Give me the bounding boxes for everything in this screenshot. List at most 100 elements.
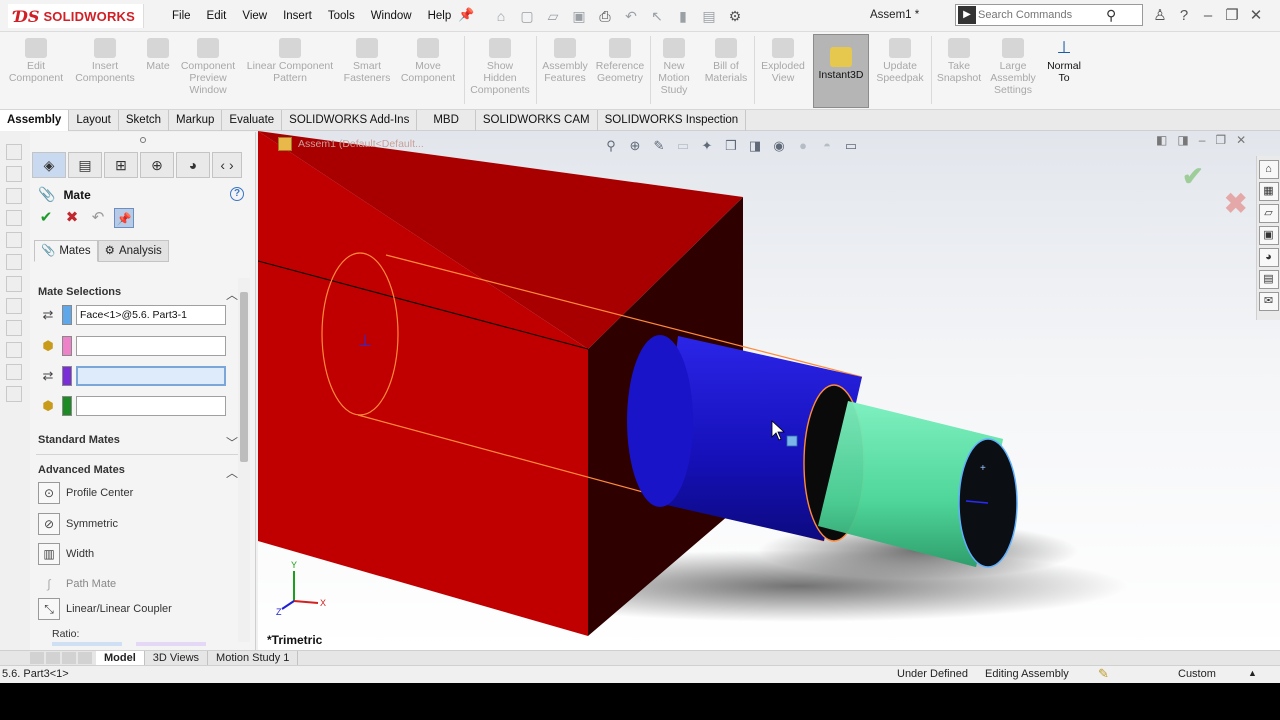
tab-markup[interactable]: Markup — [169, 110, 223, 131]
appearances-icon[interactable]: ◕ — [1258, 248, 1279, 267]
instant3d-button[interactable]: Instant3D — [813, 34, 869, 108]
chevron-down-icon[interactable]: ﹀ — [226, 434, 238, 450]
previous-view-icon[interactable]: ✎ — [650, 137, 668, 155]
view-settings-icon[interactable]: ▭ — [842, 137, 860, 155]
home-icon[interactable]: ⌂ — [490, 6, 512, 26]
advanced-mates-header[interactable]: Advanced Mates ︿ — [38, 464, 238, 480]
first-tab-arrow-icon[interactable] — [30, 652, 44, 664]
dynamic-annotation-icon[interactable]: ✦ — [698, 137, 716, 155]
tab-analysis[interactable]: ⚙ Analysis — [97, 240, 169, 262]
reference-geometry-button[interactable]: Reference Geometry — [594, 38, 646, 84]
normal-to-button[interactable]: ⊥ Normal To — [1042, 38, 1086, 84]
expand-panel-icon[interactable]: ◨ — [1177, 133, 1188, 147]
smart-fasteners-button[interactable]: Smart Fasteners — [340, 38, 394, 84]
undo-icon[interactable]: ↶ — [88, 208, 108, 228]
feature-manager-tab-icon[interactable]: ◈ — [32, 152, 66, 178]
display-style-icon[interactable]: ◨ — [746, 137, 764, 155]
strip-icon[interactable] — [6, 342, 22, 358]
pin-menu-icon[interactable]: 📌 — [458, 7, 474, 23]
property-manager-tab-icon[interactable]: ▤ — [68, 152, 102, 178]
prev-tab-arrow-icon[interactable] — [46, 652, 60, 664]
tab-3d-views[interactable]: 3D Views — [145, 651, 209, 666]
confirmation-cancel-icon[interactable]: ✖ — [1224, 187, 1247, 220]
tab-evaluate[interactable]: Evaluate — [222, 110, 283, 131]
tab-scroll-arrows-icon[interactable]: ‹ › — [212, 152, 242, 178]
chevron-up-icon[interactable]: ︿ — [226, 464, 238, 480]
active-selection-field[interactable] — [76, 366, 226, 386]
blue-cylinder-entry[interactable] — [627, 335, 693, 507]
selection-field[interactable] — [76, 336, 226, 356]
assembly-features-button[interactable]: Assembly Features — [538, 38, 592, 84]
flyout-feature-tree[interactable]: Assem1 (Default<Default... — [278, 137, 424, 151]
restore-icon[interactable]: ❐ — [1220, 6, 1244, 24]
tab-motion-study[interactable]: Motion Study 1 — [208, 651, 299, 666]
selection-field[interactable] — [76, 396, 226, 416]
zoom-to-fit-icon[interactable]: ⚲ — [602, 137, 620, 155]
solidworks-resources-icon[interactable]: ⌂ — [1258, 160, 1279, 179]
strip-icon[interactable] — [6, 210, 22, 226]
take-snapshot-button[interactable]: Take Snapshot — [934, 38, 984, 84]
file-explorer-icon[interactable]: ▱ — [1258, 204, 1279, 223]
show-hidden-components-button[interactable]: Show Hidden Components — [468, 38, 532, 96]
tab-layout[interactable]: Layout — [69, 110, 119, 131]
zoom-to-area-icon[interactable]: ⊕ — [626, 137, 644, 155]
move-component-button[interactable]: Move Component — [398, 38, 458, 84]
symmetric-mate[interactable]: ⊘ Symmetric — [38, 513, 118, 535]
next-tab-arrow-icon[interactable] — [62, 652, 76, 664]
graphics-area[interactable]: + ⊥ Y X Z Assem1 (Default<Default... ⚲ ⊕ — [258, 131, 1280, 650]
close-icon[interactable]: ✕ — [1236, 133, 1246, 147]
units-dropdown-icon[interactable]: ▲ — [1248, 668, 1257, 678]
search-input[interactable] — [978, 9, 1106, 21]
last-tab-arrow-icon[interactable] — [78, 652, 92, 664]
hide-show-items-icon[interactable]: ◉ — [770, 137, 788, 155]
minimize-icon[interactable]: – — [1199, 133, 1206, 147]
mate-button[interactable]: Mate — [142, 38, 174, 72]
strip-icon[interactable] — [6, 298, 22, 314]
linear-coupler-mate[interactable]: ⤡ Linear/Linear Coupler — [38, 598, 172, 620]
strip-icon[interactable] — [6, 276, 22, 292]
update-speedpak-button[interactable]: Update Speedpak — [872, 38, 928, 84]
pushpin-icon[interactable]: 📌 — [114, 208, 134, 228]
forum-icon[interactable]: ✉ — [1258, 292, 1279, 311]
tab-model[interactable]: Model — [96, 651, 145, 666]
scrollbar-thumb[interactable] — [240, 292, 248, 462]
menu-help[interactable]: Help — [420, 0, 460, 32]
confirmation-ok-icon[interactable]: ✔ — [1182, 161, 1204, 192]
search-icon[interactable]: ⚲ — [1106, 7, 1116, 24]
model-scene[interactable]: + ⊥ Y X Z — [258, 131, 1280, 650]
strip-icon[interactable] — [6, 232, 22, 248]
standard-mates-header[interactable]: Standard Mates ﹀ — [38, 434, 238, 450]
menu-file[interactable]: File — [164, 0, 199, 32]
strip-icon[interactable] — [6, 320, 22, 336]
edit-component-button[interactable]: Edit Component — [6, 38, 66, 84]
custom-properties-icon[interactable]: ▤ — [1258, 270, 1279, 289]
tab-assembly[interactable]: Assembly — [0, 110, 70, 131]
strip-icon[interactable] — [6, 144, 22, 160]
chevron-up-icon[interactable]: ︿ — [226, 286, 238, 302]
strip-icon[interactable] — [6, 166, 22, 182]
save-icon[interactable]: ▣ — [568, 6, 590, 26]
exploded-view-button[interactable]: Exploded View — [756, 38, 810, 84]
strip-icon[interactable] — [6, 188, 22, 204]
tab-solidworks-cam[interactable]: SOLIDWORKS CAM — [476, 110, 598, 131]
help-icon[interactable]: ? — [230, 187, 244, 201]
rebuild-status-icon[interactable]: ✎ — [1098, 666, 1109, 682]
width-mate[interactable]: ▥ Width — [38, 543, 94, 565]
tab-mbd[interactable]: MBD — [417, 110, 476, 131]
solidworks-logo[interactable]: ƊS SOLIDWORKS — [8, 4, 144, 28]
tab-sketch[interactable]: Sketch — [119, 110, 170, 131]
view-palette-icon[interactable]: ▣ — [1258, 226, 1279, 245]
linear-pattern-button[interactable]: Linear Component Pattern — [244, 38, 336, 84]
configuration-manager-tab-icon[interactable]: ⊞ — [104, 152, 138, 178]
options-gear-icon[interactable]: ⚙ — [724, 6, 746, 26]
pm-scrollbar[interactable] — [238, 278, 250, 642]
insert-components-button[interactable]: Insert Components — [72, 38, 138, 84]
print-icon[interactable]: ⎙ — [594, 6, 616, 26]
ok-check-icon[interactable]: ✔ — [36, 208, 56, 228]
user-icon[interactable]: ♙ — [1148, 6, 1172, 24]
undo-icon[interactable]: ↶ — [620, 6, 642, 26]
menu-insert[interactable]: Insert — [275, 0, 320, 32]
file-properties-icon[interactable]: ▤ — [698, 6, 720, 26]
strip-icon[interactable] — [6, 386, 22, 402]
display-manager-tab-icon[interactable]: ◕ — [176, 152, 210, 178]
